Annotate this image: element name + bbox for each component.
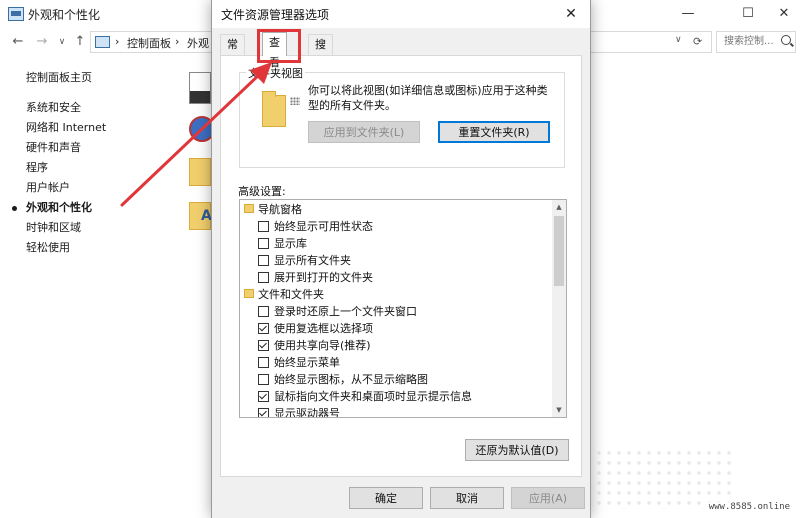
checkbox[interactable] <box>258 221 269 232</box>
scroll-thumb[interactable] <box>554 216 564 286</box>
view-tab-panel: 文件夹视图 你可以将此视图(如详细信息或图标)应用于这种类型的所有文件夹。 应用… <box>220 55 582 477</box>
advanced-settings-list[interactable]: 导航窗格 始终显示可用性状态 显示库 显示所有文件夹 展开到打开的文件夹 文件和… <box>239 199 567 418</box>
breadcrumb-appearance[interactable]: 外观 <box>187 35 209 51</box>
watermark-pattern <box>594 448 734 508</box>
checkbox-checked[interactable] <box>258 340 269 351</box>
advanced-settings-label: 高级设置: <box>238 185 286 198</box>
control-panel-icon <box>8 7 24 21</box>
reset-folders-button[interactable]: 重置文件夹(R) <box>438 121 550 143</box>
sidebar-item-network[interactable]: 网络和 Internet <box>26 118 106 138</box>
breadcrumb-separator: › <box>115 35 120 48</box>
folder-views-group: 文件夹视图 你可以将此视图(如详细信息或图标)应用于这种类型的所有文件夹。 应用… <box>239 65 565 168</box>
sidebar-item-hardware-sound[interactable]: 硬件和声音 <box>26 138 106 158</box>
control-panel-icon <box>95 36 110 48</box>
refresh-icon[interactable]: ⟳ <box>693 35 702 48</box>
tree-group-label: 文件和文件夹 <box>258 288 324 301</box>
list-item-label: 登录时还原上一个文件夹窗口 <box>274 305 417 318</box>
dialog-title: 文件资源管理器选项 <box>221 8 330 22</box>
list-item-label: 始终显示图标，从不显示缩略图 <box>274 373 428 386</box>
forward-arrow-icon[interactable]: → <box>32 32 52 52</box>
apply-button[interactable]: 应用(A) <box>511 487 585 509</box>
checkbox[interactable] <box>258 306 269 317</box>
list-item-label: 始终显示菜单 <box>274 356 340 369</box>
folder-views-description: 你可以将此视图(如详细信息或图标)应用于这种类型的所有文件夹。 <box>308 84 548 112</box>
back-arrow-icon[interactable]: ← <box>8 32 28 52</box>
folder-icon <box>244 204 254 213</box>
checkbox[interactable] <box>258 238 269 249</box>
sidebar-item-appearance[interactable]: 外观和个性化 <box>11 198 106 218</box>
vertical-scrollbar[interactable]: ▲ ▼ <box>552 200 566 417</box>
checkbox[interactable] <box>258 357 269 368</box>
dots-icon <box>290 97 300 105</box>
dialog-close-button[interactable]: ✕ <box>558 2 584 26</box>
taskbar-navigation-icon[interactable] <box>189 72 211 104</box>
list-item-label: 鼠标指向文件夹和桌面项时显示提示信息 <box>274 390 472 403</box>
breadcrumb-control-panel[interactable]: 控制面板 <box>127 35 171 51</box>
up-arrow-icon[interactable]: ↑ <box>70 32 90 52</box>
cancel-button[interactable]: 取消 <box>430 487 504 509</box>
checkbox[interactable] <box>258 272 269 283</box>
folder-icon <box>244 289 254 298</box>
tree-group-label: 导航窗格 <box>258 203 302 216</box>
restore-defaults-button[interactable]: 还原为默认值(D) <box>465 439 569 461</box>
annotation-highlight-box <box>257 29 301 63</box>
folder-icon <box>262 91 286 127</box>
folder-options-icon[interactable] <box>189 158 211 186</box>
checkbox-checked[interactable] <box>258 408 269 417</box>
sidebar: 控制面板主页 系统和安全 网络和 Internet 硬件和声音 程序 用户帐户 … <box>11 68 106 258</box>
search-field[interactable] <box>716 31 796 53</box>
apply-to-folders-button[interactable]: 应用到文件夹(L) <box>308 121 420 143</box>
list-item-label: 始终显示可用性状态 <box>274 220 373 233</box>
sidebar-item-clock-region[interactable]: 时钟和区域 <box>26 218 106 238</box>
ok-button[interactable]: 确定 <box>349 487 423 509</box>
close-window-button[interactable]: ✕ <box>762 2 800 26</box>
sidebar-item-ease-of-access[interactable]: 轻松使用 <box>26 238 106 258</box>
checkbox[interactable] <box>258 374 269 385</box>
window-title: 外观和个性化 <box>28 8 101 22</box>
address-dropdown-icon[interactable]: ∨ <box>675 35 682 45</box>
checkbox-checked[interactable] <box>258 323 269 334</box>
watermark-text: www.8585.online <box>706 502 792 512</box>
search-icon[interactable] <box>781 35 791 45</box>
checkbox[interactable] <box>258 255 269 266</box>
sidebar-item-home[interactable]: 控制面板主页 <box>26 68 106 88</box>
list-item-label: 使用复选框以选择项 <box>274 322 373 335</box>
dialog-titlebar: 文件资源管理器选项 ✕ <box>212 0 590 28</box>
scroll-up-icon[interactable]: ▲ <box>552 200 566 214</box>
tab-search[interactable]: 搜索 <box>308 34 333 71</box>
list-item-label: 显示驱动器号 <box>274 407 340 418</box>
list-item-label: 显示库 <box>274 237 307 250</box>
search-input[interactable] <box>722 35 784 48</box>
breadcrumb-separator: › <box>175 35 180 48</box>
minimize-button[interactable]: — <box>666 2 710 26</box>
sidebar-item-user-accounts[interactable]: 用户帐户 <box>26 178 106 198</box>
list-item-label: 使用共享向导(推荐) <box>274 339 371 352</box>
recent-dropdown-icon[interactable]: ∨ <box>52 32 72 52</box>
scroll-down-icon[interactable]: ▼ <box>552 403 566 417</box>
list-item-label: 显示所有文件夹 <box>274 254 351 267</box>
checkbox-checked[interactable] <box>258 391 269 402</box>
tab-general[interactable]: 常规 <box>220 34 245 71</box>
file-explorer-options-dialog: 文件资源管理器选项 ✕ 常规 查看 搜索 文件夹视图 你可以将此视图(如详细信息… <box>211 0 591 518</box>
list-item-label: 展开到打开的文件夹 <box>274 271 373 284</box>
sidebar-item-programs[interactable]: 程序 <box>26 158 106 178</box>
sidebar-item-system-security[interactable]: 系统和安全 <box>26 98 106 118</box>
